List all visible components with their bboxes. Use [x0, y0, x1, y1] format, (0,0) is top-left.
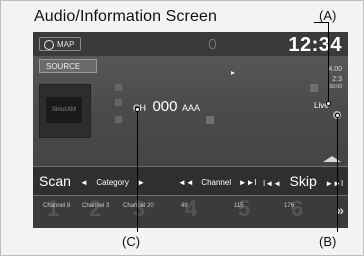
info-line-1: 4.00	[328, 66, 342, 73]
album-art: SiriusXM	[39, 84, 91, 138]
map-button[interactable]: oMAP	[39, 37, 81, 51]
channel-button[interactable]: ◄◄ Channel ►►I	[178, 167, 257, 195]
info-line-2: 2:3	[332, 76, 342, 83]
skip-next-icon: ►►I	[325, 179, 344, 188]
channel-display: CH 000 AAA	[133, 98, 200, 116]
status-icon: x	[115, 84, 122, 91]
category-prev-icon: ◄	[80, 178, 88, 187]
callout-a-line	[314, 22, 328, 23]
scan-button[interactable]: Scan	[39, 167, 71, 195]
preset-button[interactable]: Channel 20	[123, 203, 154, 209]
preset-number: 1	[47, 196, 60, 221]
clock: 12:34	[288, 34, 342, 56]
expand-up-icon[interactable]	[323, 156, 341, 162]
preset-number: 6	[291, 196, 304, 221]
channel-name: AAA	[181, 103, 200, 113]
channel-number: 000	[152, 98, 178, 115]
callout-b-label: (B)	[319, 234, 337, 249]
album-art-logo: SiriusXM	[46, 97, 82, 123]
callout-b-line	[337, 116, 338, 232]
play-status-icon	[231, 71, 235, 75]
callout-c-label: (C)	[122, 234, 141, 249]
info-icon: x	[310, 84, 318, 92]
signal-icon: 0	[209, 39, 216, 49]
source-button[interactable]: SOURCE	[39, 59, 97, 73]
top-bar: oMAP 0 12:34	[33, 32, 348, 56]
preset-button[interactable]: Channel 8	[43, 203, 70, 209]
preset-button[interactable]: Channel 3	[82, 203, 109, 209]
callout-b-dot	[335, 113, 340, 118]
preset-number: 2	[89, 196, 102, 221]
category-button[interactable]: ◄ Category ►	[80, 167, 145, 195]
preset-number: 5	[238, 196, 251, 221]
status-icon: x	[115, 99, 122, 106]
callout-a-label: (A)	[319, 8, 337, 23]
map-button-label: MAP	[57, 40, 75, 49]
preset-number: 3	[133, 196, 146, 221]
status-icon: x	[115, 116, 122, 123]
skip-label: Skip	[289, 173, 317, 189]
category-next-icon: ►	[137, 178, 146, 187]
info-line-3: 00:00	[329, 84, 342, 90]
scan-label: Scan	[39, 173, 71, 189]
preset-button[interactable]: 49	[181, 203, 188, 209]
preset-button[interactable]: 176	[284, 203, 294, 209]
skip-prev-icon: I◄◄	[263, 179, 282, 188]
callout-c-line	[137, 110, 138, 232]
preset-button[interactable]: 115	[234, 203, 244, 209]
callout-a-line	[328, 22, 329, 104]
preset-number: 4	[185, 196, 198, 221]
channel-next-icon: ►►I	[238, 178, 257, 187]
preset-bar: 1 Channel 8 2 Channel 3 3 Channel 20 4 4…	[33, 196, 348, 228]
figure-title: Audio/Information Screen	[34, 8, 217, 25]
callout-a-dot	[326, 101, 331, 106]
channel-label: Channel	[201, 178, 232, 187]
audio-screen: oMAP 0 12:34 SOURCE 4.00 2:3 00:00 Siriu…	[33, 32, 348, 228]
category-label: Category	[96, 178, 129, 187]
skip-button[interactable]: I◄◄ Skip ►►I	[263, 167, 343, 195]
tag-icon: x	[206, 116, 214, 124]
compass-icon: o	[44, 40, 54, 50]
channel-prev-icon: ◄◄	[178, 178, 194, 187]
control-bar: Scan ◄ Category ► ◄◄ Channel ►►I I◄◄ Ski…	[33, 166, 348, 196]
callout-c-dot	[135, 107, 140, 112]
